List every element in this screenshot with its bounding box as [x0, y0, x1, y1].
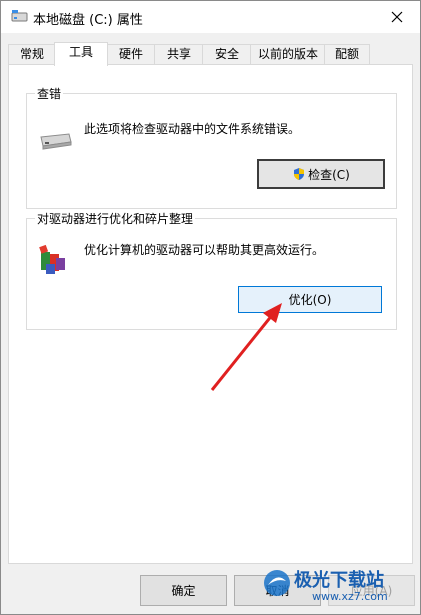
drive-icon	[40, 133, 72, 150]
error-check-description: 此选项将检查驱动器中的文件系统错误。	[84, 122, 301, 136]
close-button[interactable]	[374, 1, 420, 33]
tab-tools[interactable]: 工具	[54, 42, 108, 66]
drive-icon	[11, 10, 28, 22]
watermark: 极光下载站 www.xz7.com	[262, 566, 412, 606]
watermark-site-name: 极光下载站	[294, 570, 384, 591]
title-bar: 本地磁盘 (C:) 属性	[1, 1, 420, 33]
check-button[interactable]: 检查(C)	[257, 159, 385, 189]
ok-button-label: 确定	[171, 584, 196, 598]
optimize-title: 对驱动器进行优化和碎片整理	[35, 210, 196, 227]
error-check-title: 查错	[35, 85, 64, 102]
error-check-group: 查错 此选项将检查驱动器中的文件系统错误。 检查(C)	[26, 85, 397, 209]
optimize-description: 优化计算机的驱动器可以帮助其更高效运行。	[84, 243, 325, 257]
tools-panel: 查错 此选项将检查驱动器中的文件系统错误。 检查(C) 对驱动器进行优化和碎片整…	[8, 64, 413, 564]
tab-bar: 常规 工具 硬件 共享 安全 以前的版本 配额	[8, 42, 413, 66]
tab-previous-versions[interactable]: 以前的版本	[250, 44, 326, 64]
tab-hardware[interactable]: 硬件	[106, 44, 156, 64]
tab-general[interactable]: 常规	[8, 44, 56, 64]
properties-window: 本地磁盘 (C:) 属性 常规 工具 硬件 共享 安全 以前的版本 配额 查错 …	[0, 0, 421, 615]
annotation-arrow	[210, 303, 282, 391]
watermark-logo-icon	[264, 570, 290, 596]
check-button-label: 检查(C)	[308, 167, 350, 182]
tab-security[interactable]: 安全	[202, 44, 252, 64]
watermark-url: www.xz7.com	[312, 590, 388, 603]
shield-icon	[294, 168, 305, 180]
close-icon	[391, 11, 403, 23]
window-title: 本地磁盘 (C:) 属性	[33, 13, 143, 28]
tab-sharing[interactable]: 共享	[154, 44, 204, 64]
ok-button[interactable]: 确定	[140, 575, 227, 606]
tab-quota[interactable]: 配额	[324, 44, 370, 64]
defrag-icon	[39, 244, 65, 274]
optimize-button-label: 优化(O)	[288, 293, 332, 307]
